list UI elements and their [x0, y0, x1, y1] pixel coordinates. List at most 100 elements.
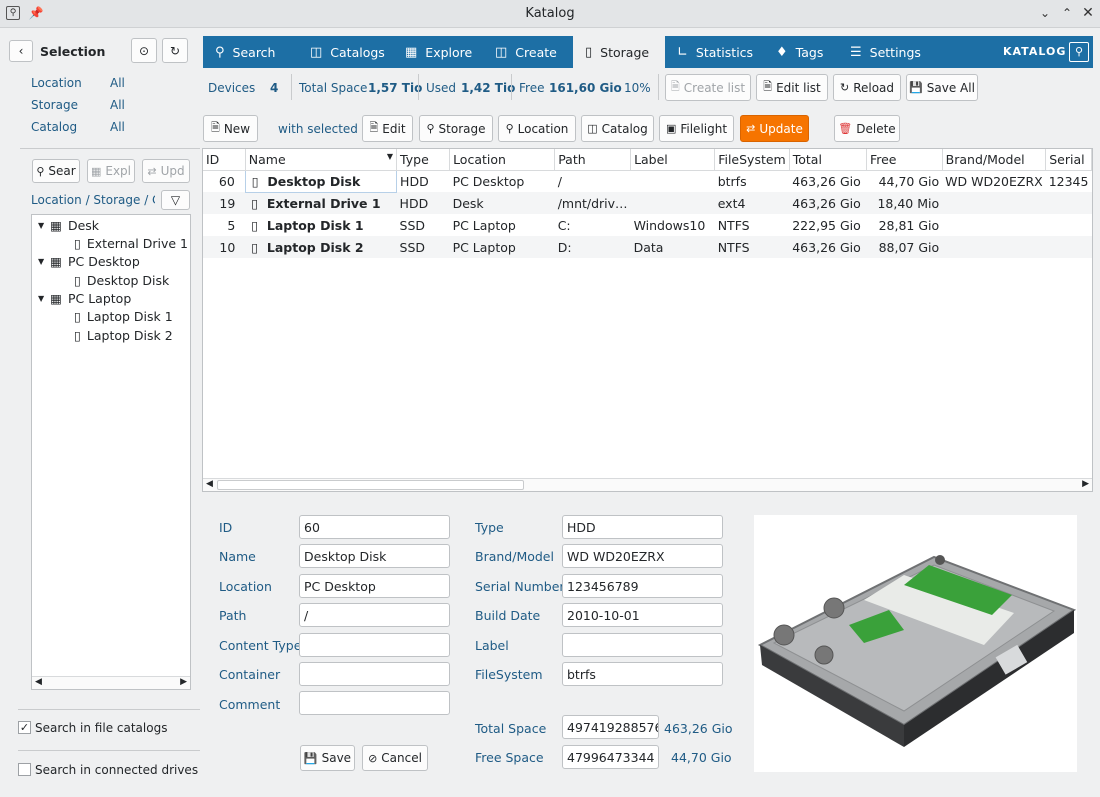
tree-node-desk[interactable]: ▼ ▦ Desk — [38, 218, 99, 233]
column-header-label[interactable]: Label — [630, 149, 716, 171]
tab-statistics[interactable]: ∟ Statistics — [665, 36, 764, 68]
new-storage-button[interactable]: 🗎 New — [203, 115, 258, 142]
table-row[interactable]: 19 ▯ External Drive 1 HDD Desk /mnt/driv… — [203, 192, 1092, 214]
search-location-button[interactable]: ⚲ Location — [498, 115, 576, 142]
storage-table[interactable]: ID Name ▼ Type Location Path Label FileSy… — [202, 148, 1093, 492]
cell-location: PC Laptop — [452, 217, 516, 233]
cancel-button[interactable]: ⊘ Cancel — [362, 745, 428, 771]
tab-storage[interactable]: ▯ Storage — [573, 36, 665, 68]
filelight-button[interactable]: ▣ Filelight — [659, 115, 734, 142]
table-horizontal-scrollbar[interactable]: ◀ ▶ — [203, 478, 1092, 491]
table-row[interactable]: 5 ▯ Laptop Disk 1 SSD PC Laptop C: Windo… — [203, 214, 1092, 236]
serial-number-field[interactable]: 123456789 — [562, 574, 723, 598]
column-header-free[interactable]: Free — [866, 149, 943, 171]
close-icon[interactable]: ✕ — [1080, 5, 1096, 21]
brand-model-field[interactable]: WD WD20EZRX — [562, 544, 723, 568]
drive-icon: ▯ — [585, 44, 593, 60]
catalog-button[interactable]: ◫ Catalog — [581, 115, 654, 142]
label-field[interactable] — [562, 633, 723, 657]
save-button[interactable]: 💾 Save — [300, 745, 355, 771]
free-space-field[interactable]: 47996473344 — [562, 745, 659, 769]
tree-search-button[interactable]: ⚲ Sear — [32, 159, 80, 183]
back-button[interactable]: ‹ — [9, 40, 33, 62]
path-field[interactable]: / — [299, 603, 450, 627]
filesystem-field[interactable]: btrfs — [562, 662, 723, 686]
update-button[interactable]: ⇄ Update — [740, 115, 809, 142]
content-type-field[interactable] — [299, 633, 450, 657]
container-field[interactable] — [299, 662, 450, 686]
column-header-total[interactable]: Total — [789, 149, 867, 171]
total-space-value: 1,57 Tio — [368, 81, 423, 95]
tree-mode-dropdown[interactable]: ▽ — [161, 190, 190, 210]
cell-name: ▯ External Drive 1 — [245, 192, 397, 214]
column-header-serial[interactable]: Serial — [1045, 149, 1092, 171]
column-header-type[interactable]: Type — [396, 149, 451, 171]
column-header-location[interactable]: Location — [449, 149, 556, 171]
filter-location-value[interactable]: All — [110, 76, 125, 90]
column-header-name[interactable]: Name ▼ — [245, 149, 398, 171]
storage-tree[interactable]: ▼ ▦ Desk ▯ External Drive 1 ▼ ▦ PC Desktop ▯ D… — [31, 214, 191, 690]
tree-update-button[interactable]: ⇄ Upd — [142, 159, 190, 183]
comment-field[interactable] — [299, 691, 450, 715]
filter-catalog-value[interactable]: All — [110, 120, 125, 134]
tree-node-label: PC Laptop — [67, 291, 132, 306]
tree-node-external-drive-1[interactable]: ▯ External Drive 1 — [74, 236, 188, 251]
column-header-path[interactable]: Path — [554, 149, 632, 171]
filter-reset-button[interactable]: ⊙ — [131, 38, 157, 63]
column-header-filesystem[interactable]: FileSystem — [714, 149, 790, 171]
tree-node-pc-laptop[interactable]: ▼ ▦ PC Laptop — [38, 291, 131, 306]
minimize-icon[interactable]: ⌄ — [1037, 5, 1053, 21]
location-field[interactable]: PC Desktop — [299, 574, 450, 598]
tab-settings[interactable]: ☰ Settings — [838, 36, 933, 68]
path-label: Path — [219, 608, 247, 623]
tab-explore[interactable]: ▦ Explore — [393, 36, 483, 68]
save-all-button[interactable]: 💾 Save All — [906, 74, 978, 101]
tab-tags[interactable]: ♦ Tags — [764, 36, 838, 68]
new-document-icon: 🗎 — [670, 80, 680, 93]
tree-node-pc-desktop[interactable]: ▼ ▦ PC Desktop — [38, 254, 140, 269]
search-connected-drives-checkbox[interactable] — [18, 763, 31, 776]
tab-label: Catalogs — [330, 44, 385, 60]
tree-explore-button[interactable]: ▦ Expl — [87, 159, 135, 183]
table-row[interactable]: 10 ▯ Laptop Disk 2 SSD PC Laptop D: Data… — [203, 236, 1092, 258]
edit-list-button[interactable]: 🗎 Edit list — [756, 74, 828, 101]
scroll-right-icon[interactable]: ▶ — [180, 677, 187, 687]
tab-label: Storage — [600, 44, 650, 60]
id-field[interactable]: 60 — [299, 515, 450, 539]
name-field[interactable]: Desktop Disk — [299, 544, 450, 568]
scroll-left-icon[interactable]: ◀ — [35, 677, 42, 687]
build-date-field[interactable]: 2010-10-01 — [562, 603, 723, 627]
refresh-button[interactable]: ↻ — [162, 38, 188, 63]
search-storage-button[interactable]: ⚲ Storage — [419, 115, 493, 142]
reload-button[interactable]: ↻ Reload — [833, 74, 901, 101]
tree-horizontal-scrollbar[interactable]: ◀ ▶ — [32, 676, 190, 689]
scrollbar-thumb[interactable] — [217, 480, 524, 490]
create-list-button[interactable]: 🗎 Create list — [665, 74, 751, 101]
reload-icon: ↻ — [839, 81, 850, 94]
tree-node-laptop-disk-2[interactable]: ▯ Laptop Disk 2 — [74, 328, 173, 343]
column-header-id[interactable]: ID — [203, 149, 246, 171]
tab-create[interactable]: ◫ Create — [483, 36, 573, 68]
delete-button[interactable]: 🗑 Delete — [834, 115, 900, 142]
label-label: Label — [475, 638, 509, 653]
tab-catalogs[interactable]: ◫ Catalogs — [298, 36, 393, 68]
free-percent: 10% — [624, 81, 651, 95]
total-space-field[interactable]: 497419288576 — [562, 715, 659, 739]
cell-free: 18,40 Mio — [866, 192, 943, 214]
scroll-right-icon[interactable]: ▶ — [1082, 479, 1089, 489]
tree-node-laptop-disk-1[interactable]: ▯ Laptop Disk 1 — [74, 309, 173, 324]
tab-search[interactable]: ⚲ Search — [203, 36, 298, 68]
free-value: 161,60 Gio — [549, 81, 622, 95]
scroll-left-icon[interactable]: ◀ — [206, 479, 213, 489]
maximize-icon[interactable]: ⌃ — [1059, 5, 1075, 21]
tree-node-desktop-disk[interactable]: ▯ Desktop Disk — [74, 273, 169, 288]
column-header-brand-model[interactable]: Brand/Model — [942, 149, 1047, 171]
cell-path: / — [557, 173, 562, 189]
main-tab-bar: ⚲ Search ◫ Catalogs ▦ Explore ◫ Create ▯ Stor… — [203, 36, 1093, 68]
tree-breadcrumb[interactable]: Location / Storage / Cä — [31, 193, 155, 207]
edit-button[interactable]: 🗎 Edit — [362, 115, 413, 142]
table-row[interactable]: 60 ▯ Desktop Disk HDD PC Desktop / btrfs… — [203, 169, 1092, 193]
type-field[interactable]: HDD — [562, 515, 723, 539]
search-file-catalogs-checkbox[interactable]: ✓ — [18, 721, 31, 734]
filter-storage-value[interactable]: All — [110, 98, 125, 112]
